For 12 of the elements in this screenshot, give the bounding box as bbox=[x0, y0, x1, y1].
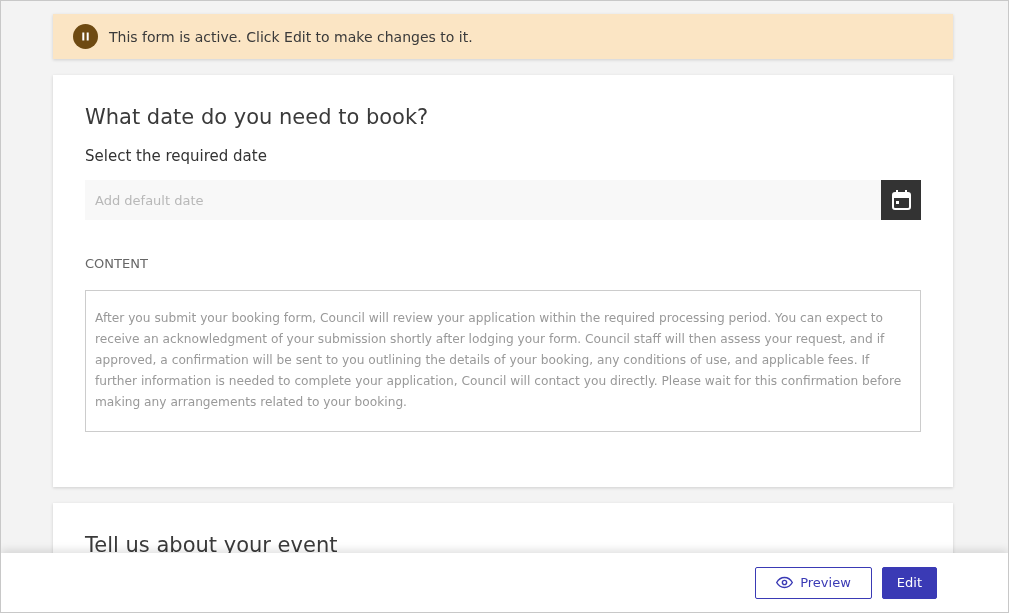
content-label: CONTENT bbox=[85, 256, 149, 271]
field-label: Select the required date bbox=[85, 147, 268, 165]
edit-button[interactable]: Edit bbox=[881, 566, 937, 599]
pause-icon bbox=[73, 24, 98, 49]
date-field[interactable]: Add default date bbox=[85, 180, 881, 220]
eye-icon bbox=[776, 574, 794, 591]
status-message: This form is active. Click Edit to make changes to it. bbox=[109, 28, 473, 45]
preview-button[interactable]: Preview bbox=[755, 566, 872, 599]
question-title: Tell us about your event bbox=[85, 533, 339, 557]
calendar-icon bbox=[891, 190, 911, 210]
question-title: What date do you need to book? bbox=[85, 105, 430, 129]
calendar-button[interactable] bbox=[881, 180, 921, 220]
